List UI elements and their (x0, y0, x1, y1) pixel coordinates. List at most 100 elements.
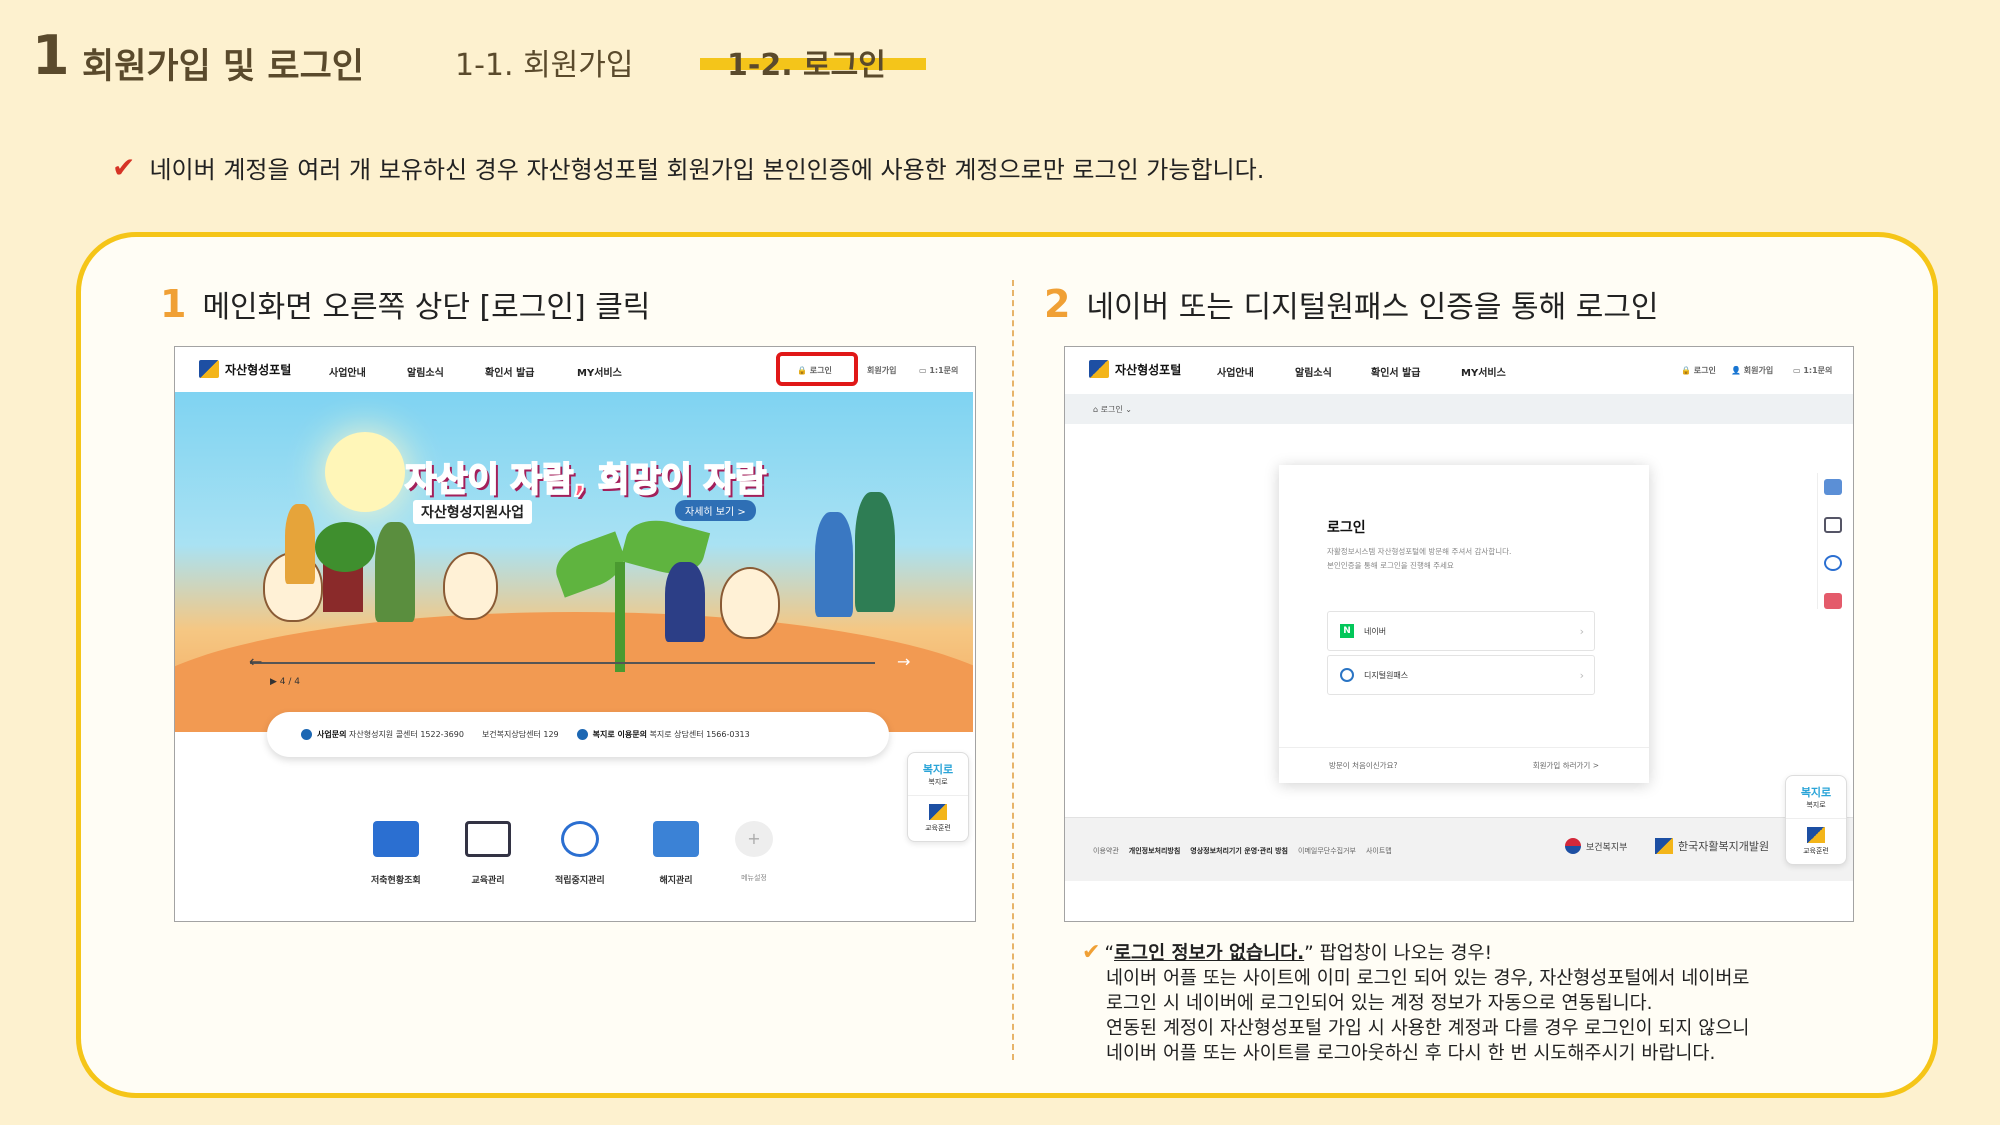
login-desc-1: 자활정보시스템 자산형성포털에 방문해 주셔서 감사합니다. (1327, 547, 1512, 556)
digital-onepass-button[interactable]: 디지털원패스 › (1327, 655, 1595, 695)
main-banner[interactable]: 자산이 자람, 희망이 자람 자산형성지원사업 자세히 보기 > ← → ▶ 4… (175, 392, 973, 732)
coin-stop-icon[interactable] (1823, 555, 1842, 571)
util-signup[interactable]: 👤 회원가입 (1731, 365, 1773, 376)
check-icon: ✔ (1082, 940, 1101, 965)
site-footer: 이용약관 개인정보처리방침 영상정보처리기기 운영·관리 방침 이메일무단수집거… (1065, 817, 1853, 881)
footer-link-email[interactable]: 이메일무단수집거부 (1298, 846, 1356, 856)
banner-title: 자산이 자람, 희망이 자람 (404, 459, 767, 501)
step-2-number: 2 (1044, 282, 1071, 326)
person-illustration (375, 522, 415, 622)
search-doc-icon[interactable] (1823, 479, 1842, 495)
plus-icon: + (735, 821, 773, 857)
contact-welfare: 보건복지상담센터 129 (481, 730, 559, 739)
person-illustration (285, 504, 315, 584)
subsection-signup: 1-1. 회원가입 (455, 48, 634, 83)
site-logo[interactable]: 자산형성포털 (199, 360, 291, 378)
squirrel-character (720, 567, 780, 639)
util-inquiry[interactable]: ▭ 1:1문의 (1793, 365, 1832, 376)
screenshot-main-page: 자산형성포털 사업안내 알림소식 확인서 발급 MY서비스 🔒 로그인 회원가입… (174, 346, 976, 922)
site-logo[interactable]: 자산형성포털 (1089, 360, 1181, 378)
login-note: ✔ “로그인 정보가 없습니다.” 팝업창이 나오는 경우! 네이버 어플 또는 … (1082, 940, 1842, 1066)
ministry-logo: 보건복지부 (1565, 838, 1627, 854)
service-savings[interactable]: 저축현황조회 (371, 821, 421, 886)
squirrel-character (443, 552, 498, 620)
person-illustration (665, 562, 705, 642)
kdissw-logo: 한국자활복지개발원 (1655, 838, 1769, 854)
note-line: 네이버 어플 또는 사이트를 로그아웃하신 후 다시 한 번 시도해주시기 바랍… (1106, 1043, 1716, 1064)
nav-business[interactable]: 사업안내 (329, 364, 366, 379)
nav-certificate[interactable]: 확인서 발급 (485, 364, 534, 379)
contact-business: 사업문의 자산형성지원 콜센터 1522-3690 (301, 729, 464, 740)
right-quick-icons (1817, 473, 1847, 609)
service-stop-saving[interactable]: 적립중지관리 (555, 821, 605, 886)
breadcrumb[interactable]: ⌂ 로그인 ⌄ (1065, 394, 1853, 424)
nav-business[interactable]: 사업안내 (1217, 364, 1254, 379)
footer-link-cctv[interactable]: 영상정보처리기기 운영·관리 방침 (1190, 846, 1288, 856)
footer-link-sitemap[interactable]: 사이트맵 (1366, 846, 1392, 856)
nav-news[interactable]: 알림소식 (407, 364, 444, 379)
quick-bokjiro[interactable]: 복지로 복지로 (1786, 776, 1846, 819)
site-nav: 자산형성포털 사업안내 알림소식 확인서 발급 MY서비스 🔒 로그인 👤 회원… (1065, 347, 1853, 392)
contact-bokjiro: 복지로 이용문의 복지로 상담센터 1566-0313 (576, 729, 750, 740)
logo-mark-icon (199, 360, 219, 378)
banner-more-button[interactable]: 자세히 보기 > (675, 500, 756, 521)
phone-icon (301, 729, 312, 740)
naver-icon: N (1340, 624, 1354, 638)
go-signup-link[interactable]: 회원가입 하러가기 > (1533, 760, 1599, 771)
naver-login-button[interactable]: N 네이버 › (1327, 611, 1595, 651)
monitor-gear-icon[interactable] (1823, 517, 1842, 533)
chevron-right-icon: › (1579, 668, 1584, 682)
arrow-left-icon[interactable]: ← (249, 652, 262, 671)
util-signup[interactable]: 회원가입 (867, 365, 896, 376)
taeguk-icon (1565, 838, 1581, 854)
coin-stop-icon (560, 821, 599, 857)
education-logo-icon (1807, 827, 1825, 843)
footer-link-privacy[interactable]: 개인정보처리방침 (1129, 846, 1181, 856)
nav-certificate[interactable]: 확인서 발급 (1371, 364, 1420, 379)
quick-education[interactable]: 교육훈련 (1786, 819, 1846, 864)
login-title: 로그인 (1327, 520, 1366, 536)
bokjiro-logo-icon: 복지로 (1800, 786, 1832, 799)
phone-icon (576, 729, 588, 740)
footer-link-terms[interactable]: 이용약관 (1093, 846, 1119, 856)
cancel-mail-icon[interactable] (1823, 593, 1842, 609)
nav-my-service[interactable]: MY서비스 (577, 364, 622, 379)
chevron-right-icon: › (1579, 624, 1584, 638)
nav-news[interactable]: 알림소식 (1295, 364, 1332, 379)
contact-info-bar: 사업문의 자산형성지원 콜센터 1522-3690 보건복지상담센터 129 복… (267, 712, 889, 757)
quick-education[interactable]: 교육훈련 (908, 796, 968, 841)
sprout-stem (615, 562, 625, 672)
banner-subtitle: 자산형성지원사업 (413, 500, 533, 524)
util-inquiry[interactable]: ▭ 1:1문의 (919, 365, 958, 376)
login-card: 로그인 자활정보시스템 자산형성포털에 방문해 주셔서 감사합니다. 본인인증을… (1279, 465, 1649, 783)
util-login[interactable]: 🔒 로그인 (1681, 365, 1716, 376)
service-cancel[interactable]: 해지관리 (653, 821, 699, 886)
nav-my-service[interactable]: MY서비스 (1461, 364, 1506, 379)
kdissw-mark-icon (1655, 838, 1673, 854)
first-visit-text: 방문이 처음이신가요? (1329, 761, 1398, 770)
screenshot-login-page: 자산형성포털 사업안내 알림소식 확인서 발급 MY서비스 🔒 로그인 👤 회원… (1064, 346, 1854, 922)
banner-pager[interactable]: ▶ 4 / 4 (270, 677, 300, 687)
note-line: 연동된 계정이 자산형성포털 가입 시 사용한 계정과 다를 경우 로그인이 되… (1106, 1018, 1750, 1039)
step-2-heading: 2 네이버 또는 디지털원패스 인증을 통해 로그인 (1044, 282, 1659, 326)
banner-progress (250, 662, 875, 664)
footer-links: 이용약관 개인정보처리방침 영상정보처리기기 운영·관리 방침 이메일무단수집거… (1093, 846, 1392, 856)
panel-divider (1012, 280, 1014, 1060)
note-highlight: 로그인 정보가 없습니다. (1114, 943, 1305, 964)
login-card-footer: 방문이 처음이신가요? 회원가입 하러가기 > (1279, 747, 1649, 783)
login-desc-2: 본인인증을 통해 로그인을 진행해 주세요 (1327, 561, 1454, 570)
savings-search-icon (372, 821, 419, 857)
login-highlight-box (776, 352, 858, 386)
service-education[interactable]: 교육관리 (465, 821, 511, 886)
cancel-mail-icon (653, 821, 699, 857)
arrow-right-icon[interactable]: → (897, 652, 910, 671)
notice: ✔ 네이버 계정을 여러 개 보유하신 경우 자산형성포털 회원가입 본인인증에… (112, 150, 1264, 185)
quick-side-widget: 복지로 복지로 교육훈련 (907, 752, 969, 842)
section-title: 회원가입 및 로그인 (82, 47, 364, 87)
quick-bokjiro[interactable]: 복지로 복지로 (908, 753, 968, 796)
sun-illustration (325, 432, 405, 512)
service-menu-settings[interactable]: + 메뉴설정 (735, 821, 773, 883)
education-logo-icon (929, 804, 947, 820)
monitor-gear-icon (465, 821, 511, 857)
note-line: 네이버 어플 또는 사이트에 이미 로그인 되어 있는 경우, 자산형성포털에서… (1106, 968, 1750, 989)
